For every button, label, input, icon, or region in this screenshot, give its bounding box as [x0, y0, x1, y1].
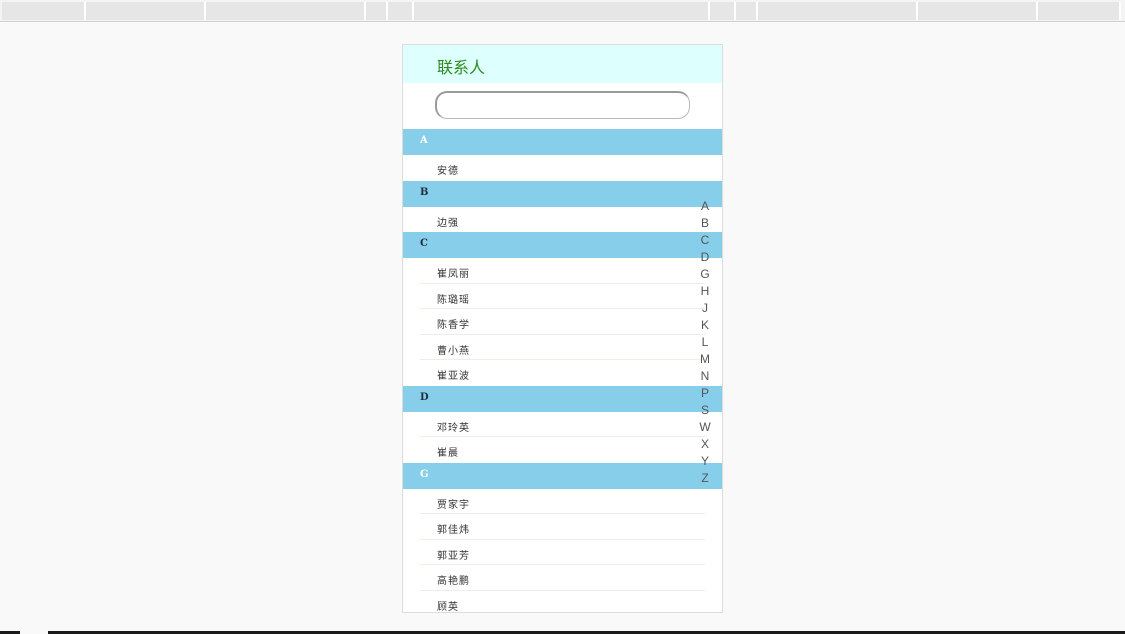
index-letter-w[interactable]: W: [699, 419, 710, 436]
contact-name: 郭佳炜: [437, 525, 470, 536]
alphabet-index: ABCDGHJKLMNPSWXYZ: [697, 198, 713, 487]
contact-item[interactable]: 贾家宇: [420, 489, 705, 514]
group-header-g: G: [403, 462, 722, 489]
contact-name: 曹小燕: [437, 345, 470, 357]
group-letter: C: [420, 238, 428, 249]
index-letter-a[interactable]: A: [701, 198, 709, 215]
index-letter-d[interactable]: D: [701, 249, 710, 266]
contact-name: 边强: [437, 217, 459, 229]
contact-name: 顾英: [437, 601, 459, 613]
contact-item[interactable]: 崔晨: [420, 437, 705, 463]
group-header-d: D: [403, 385, 722, 412]
contact-name: 崔亚波: [437, 371, 470, 382]
page-title: 联系人: [437, 58, 486, 77]
group-letter: A: [420, 135, 428, 146]
group-header-c: C: [403, 232, 722, 258]
index-letter-x[interactable]: X: [701, 436, 709, 453]
contact-name: 郭亚芳: [437, 550, 470, 562]
index-letter-m[interactable]: M: [700, 351, 710, 368]
browser-tab[interactable]: [2, 2, 86, 20]
contact-name: 高艳鹏: [437, 576, 470, 587]
contact-name: 贾家宇: [437, 499, 470, 511]
index-letter-n[interactable]: N: [701, 368, 710, 385]
group-letter: G: [420, 468, 429, 480]
app-header: 联系人: [403, 45, 722, 83]
browser-tab[interactable]: [366, 2, 388, 20]
contact-item[interactable]: 郭佳炜: [420, 514, 705, 540]
index-letter-z[interactable]: Z: [701, 470, 708, 487]
contact-list: A 安德 B 边强 C 崔凤丽陈璐瑶陈香学曹小燕崔亚波 D 邓玲英崔晨 G 贾家宇郭佳炜郭亚芳高艳…: [403, 129, 722, 613]
group-header-a: A: [403, 129, 722, 155]
contact-item[interactable]: 边强: [420, 207, 705, 233]
contact-name: 陈璐瑶: [437, 294, 470, 306]
contact-item[interactable]: 陈璐瑶: [420, 284, 705, 309]
contact-item[interactable]: 郭亚芳: [420, 540, 705, 565]
contact-name: 崔晨: [437, 448, 459, 459]
group-letter: D: [420, 391, 429, 403]
browser-tab[interactable]: [86, 2, 206, 20]
browser-tab[interactable]: [736, 2, 758, 20]
browser-tab[interactable]: [758, 2, 918, 20]
browser-tab[interactable]: [388, 2, 414, 20]
contact-item[interactable]: 高艳鹏: [420, 565, 705, 591]
contact-name: 崔凤丽: [437, 269, 470, 280]
contact-name: 陈香学: [437, 320, 470, 331]
contact-name: 邓玲英: [437, 422, 470, 434]
index-letter-b[interactable]: B: [701, 215, 709, 232]
contact-item[interactable]: 曹小燕: [420, 335, 705, 360]
contact-item[interactable]: 安德: [420, 155, 705, 181]
browser-tab[interactable]: [710, 2, 736, 20]
contact-item[interactable]: 崔亚波: [420, 360, 705, 386]
group-header-b: B: [403, 180, 722, 207]
browser-tab[interactable]: [1038, 2, 1121, 20]
contact-name: 安德: [437, 166, 459, 177]
index-letter-j[interactable]: J: [702, 300, 708, 317]
browser-tab[interactable]: [206, 2, 366, 20]
index-letter-c[interactable]: C: [701, 232, 710, 249]
contact-item[interactable]: 顾英: [420, 591, 705, 613]
index-letter-y[interactable]: Y: [701, 453, 709, 470]
contact-item[interactable]: 崔凤丽: [420, 258, 705, 284]
contact-item[interactable]: 邓玲英: [420, 412, 705, 437]
index-letter-h[interactable]: H: [701, 283, 710, 300]
index-letter-g[interactable]: G: [700, 266, 709, 283]
index-letter-p[interactable]: P: [701, 385, 709, 402]
browser-tab[interactable]: [918, 2, 1038, 20]
index-letter-s[interactable]: S: [701, 402, 709, 419]
contacts-app: 联系人 A 安德 B 边强 C 崔凤丽陈璐瑶陈香学曹小燕崔亚波 D 邓玲英崔晨 G 贾家宇郭佳炜郭…: [402, 44, 723, 613]
search-bar: [403, 83, 722, 129]
browser-tab-strip: [0, 0, 1125, 22]
browser-tab[interactable]: [414, 2, 710, 20]
index-letter-k[interactable]: K: [701, 317, 709, 334]
search-input[interactable]: [435, 91, 690, 119]
index-letter-l[interactable]: L: [702, 334, 709, 351]
contact-item[interactable]: 陈香学: [420, 309, 705, 335]
group-letter: B: [420, 186, 429, 198]
